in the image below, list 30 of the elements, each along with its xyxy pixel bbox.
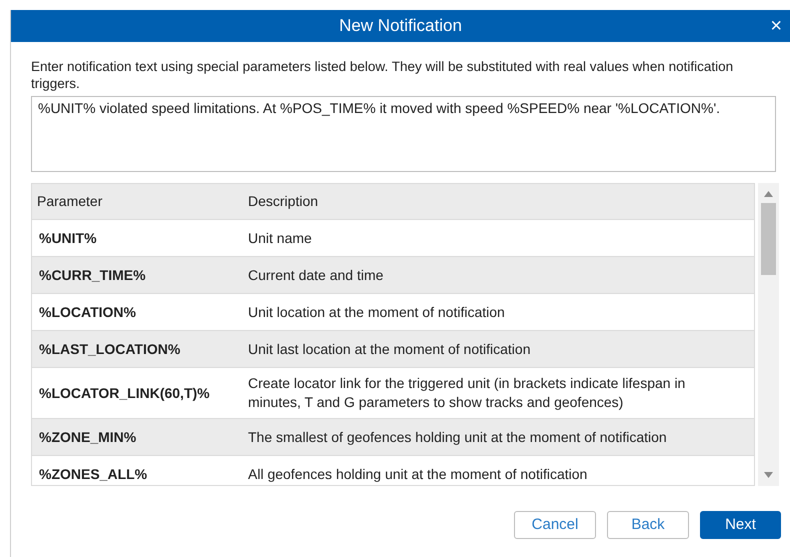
dialog-title: New Notification <box>339 15 462 38</box>
secondary-button[interactable]: Back <box>607 511 689 539</box>
scroll-down-icon[interactable] <box>764 472 773 478</box>
description-cell-text: Current date and time <box>247 266 384 284</box>
parameter-cell-text: %LOCATION% <box>38 302 137 322</box>
instructions-text: Enter notification text using special parameters listed below. They will be substituted with real values when notification triggers. <box>31 58 734 92</box>
column-header: Description <box>247 192 318 211</box>
message-field[interactable]: %UNIT% violated speed limitations. At %POS_TIME% it moved with speed %SPEED% near '%LOCATION%'. <box>31 96 776 172</box>
next-button[interactable]: Next <box>700 511 781 539</box>
description-cell-text: Unit name <box>247 228 313 248</box>
parameter-cell-text: %CURR_TIME% <box>38 266 147 284</box>
table-row[interactable]: %ZONE_MIN% The smallest of geofences holding unit at the moment of notification <box>32 419 754 456</box>
parameter-cell-text: %LOCATOR_LINK(60,T)% <box>38 384 211 403</box>
table-row[interactable]: %LAST_LOCATION% Unit last location at the moment of notification <box>32 331 754 368</box>
column-header: Parameter <box>36 192 104 211</box>
description-cell-text: Unit last location at the moment of notification <box>247 340 532 358</box>
description-cell-text: Unit location at the moment of notification <box>247 302 506 322</box>
parameter-cell-text: %LAST_LOCATION% <box>38 340 182 358</box>
description-cell-text: All geofences holding unit at the moment of notification <box>247 464 588 484</box>
parameter-cell-text: %UNIT% <box>38 228 98 248</box>
description-cell-text: The smallest of geofences holding unit at the moment of notification <box>247 428 668 446</box>
scroll-thumb[interactable] <box>761 203 776 275</box>
description-cell-text: Create locator link for the triggered unit (in brackets indicate lifespan in minutes, T and G parameters to show tracks and geofences) <box>247 374 686 412</box>
scroll-up-icon[interactable] <box>764 191 773 197</box>
close-button[interactable]: × <box>768 16 784 36</box>
parameter-cell-text: %ZONE_MIN% <box>38 428 138 446</box>
scrollbar[interactable] <box>758 183 779 486</box>
parameter-cell-text: %ZONES_ALL% <box>38 464 148 484</box>
table-row[interactable]: %CURR_TIME% Current date and time <box>32 257 754 294</box>
secondary-button[interactable]: Cancel <box>514 511 596 539</box>
